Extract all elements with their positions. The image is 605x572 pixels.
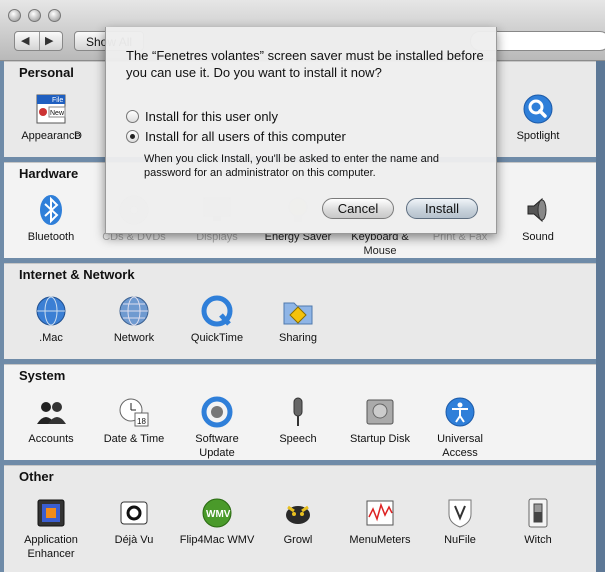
- radio-button-selected[interactable]: [126, 130, 139, 143]
- bluetooth-icon: [40, 195, 62, 225]
- pane-label: Spotlight: [516, 130, 560, 142]
- pane-label: Accounts: [28, 433, 74, 445]
- hard-disk-icon: [366, 399, 394, 425]
- system-preferences-window: ◀ ▶ Show All Personal File New Appearanc…: [0, 0, 605, 572]
- section-title: Hardware: [19, 166, 79, 181]
- pane-label: Software Update: [195, 433, 239, 459]
- accounts-icon: [37, 402, 66, 424]
- pane-witch[interactable]: Witch: [498, 497, 578, 547]
- pane-sharing[interactable]: Sharing: [258, 295, 338, 345]
- clock-calendar-icon: 18: [119, 398, 149, 427]
- microphone-icon: [293, 397, 303, 426]
- pane-quicktime[interactable]: QuickTime: [177, 295, 257, 345]
- pane-deja-vu[interactable]: Déjà Vu: [94, 497, 174, 547]
- pane-label: Sound: [522, 231, 554, 243]
- radio-button[interactable]: [126, 110, 139, 123]
- pane-mac[interactable]: .Mac: [11, 295, 91, 345]
- minimize-window-button[interactable]: [28, 9, 41, 22]
- spotlight-icon: [523, 94, 553, 124]
- pane-label: Déjà Vu: [114, 534, 154, 546]
- pane-label: Growl: [283, 534, 313, 546]
- appearance-icon: File New: [36, 94, 66, 124]
- section-other: Other Application Enhancer Déjà Vu WMV F…: [4, 465, 596, 572]
- pane-label: Network: [113, 332, 155, 344]
- svg-text:18: 18: [137, 417, 146, 426]
- pane-flip4mac[interactable]: WMV Flip4Mac WMV: [177, 497, 257, 547]
- pane-speech[interactable]: Speech: [258, 396, 338, 446]
- section-title: Internet & Network: [19, 267, 135, 282]
- pane-nufile[interactable]: NuFile: [420, 497, 500, 547]
- back-arrow-icon[interactable]: ◀: [21, 34, 29, 47]
- pane-label: QuickTime: [190, 332, 244, 344]
- pane-software-update[interactable]: Software Update: [177, 396, 257, 460]
- back-forward-buttons: ◀ ▶: [14, 31, 63, 51]
- pane-menumeters[interactable]: MenuMeters: [340, 497, 420, 547]
- section-system: System Accounts 18 Date & Time Software …: [4, 364, 596, 460]
- pane-desktop-partial[interactable]: D: [74, 93, 104, 143]
- pane-label: Speech: [279, 433, 317, 445]
- pane-growl[interactable]: Growl: [258, 497, 338, 547]
- pane-label: Application Enhancer: [24, 534, 78, 560]
- network-globe-icon: [119, 296, 149, 326]
- pane-bluetooth[interactable]: Bluetooth: [11, 194, 91, 244]
- pane-spotlight[interactable]: Spotlight: [498, 93, 578, 143]
- pane-accounts[interactable]: Accounts: [11, 396, 91, 446]
- option-install-user[interactable]: Install for this user only: [126, 109, 278, 125]
- pane-application-enhancer[interactable]: Application Enhancer: [11, 497, 91, 561]
- section-title: Other: [19, 469, 54, 484]
- option-label: Install for this user only: [145, 109, 278, 124]
- pane-label: D: [74, 130, 82, 142]
- quicktime-icon: [201, 295, 233, 327]
- pane-network[interactable]: Network: [94, 295, 174, 345]
- close-window-button[interactable]: [8, 9, 21, 22]
- desktop-edge: [596, 61, 605, 572]
- svg-text:WMV: WMV: [206, 509, 231, 520]
- sharing-folder-icon: [283, 302, 313, 325]
- pane-label: MenuMeters: [349, 534, 411, 546]
- option-install-all-users[interactable]: Install for all users of this computer: [126, 129, 346, 145]
- svg-text:File: File: [52, 97, 63, 104]
- forward-arrow-icon[interactable]: ▶: [45, 34, 53, 47]
- sheet-message: The “Fenetres volantes” screen saver mus…: [126, 48, 484, 80]
- svg-text:New: New: [50, 110, 65, 117]
- section-title: Personal: [19, 65, 74, 80]
- option-label: Install for all users of this computer: [145, 129, 346, 144]
- zoom-window-button[interactable]: [48, 9, 61, 22]
- wmv-icon: WMV: [202, 498, 232, 528]
- pane-label: Date & Time: [103, 433, 165, 445]
- application-enhancer-icon: [37, 499, 65, 527]
- sheet-note: When you click Install, you'll be asked …: [144, 153, 439, 179]
- pane-universal-access[interactable]: Universal Access: [420, 396, 500, 460]
- install-screen-saver-sheet: The “Fenetres volantes” screen saver mus…: [105, 27, 497, 234]
- menumeters-icon: [366, 500, 394, 526]
- pane-label: NuFile: [444, 534, 476, 546]
- cancel-button[interactable]: Cancel: [322, 198, 394, 219]
- deja-vu-icon: [120, 501, 148, 525]
- section-internet-network: Internet & Network .Mac Network QuickTim…: [4, 263, 596, 359]
- witch-switch-icon: [528, 498, 548, 528]
- pane-label: Universal Access: [437, 433, 483, 459]
- pane-label: Bluetooth: [27, 231, 75, 243]
- pane-startup-disk[interactable]: Startup Disk: [340, 396, 420, 446]
- speaker-icon: [527, 197, 547, 223]
- pane-label: Keyboard & Mouse: [351, 231, 409, 257]
- universal-access-icon: [445, 397, 475, 427]
- section-title: System: [19, 368, 66, 383]
- install-button[interactable]: Install: [406, 198, 478, 219]
- pane-label: Startup Disk: [350, 433, 410, 445]
- growl-icon: [286, 505, 310, 524]
- pane-label: .Mac: [39, 332, 63, 344]
- pane-label: Flip4Mac WMV: [179, 534, 255, 546]
- pane-label: Witch: [524, 534, 552, 546]
- globe-icon: [36, 296, 66, 326]
- nufile-icon: [448, 499, 472, 528]
- pane-sound[interactable]: Sound: [498, 194, 578, 244]
- pane-label: Sharing: [279, 332, 317, 344]
- software-update-icon: [201, 396, 233, 428]
- pane-date-time[interactable]: 18 Date & Time: [94, 396, 174, 446]
